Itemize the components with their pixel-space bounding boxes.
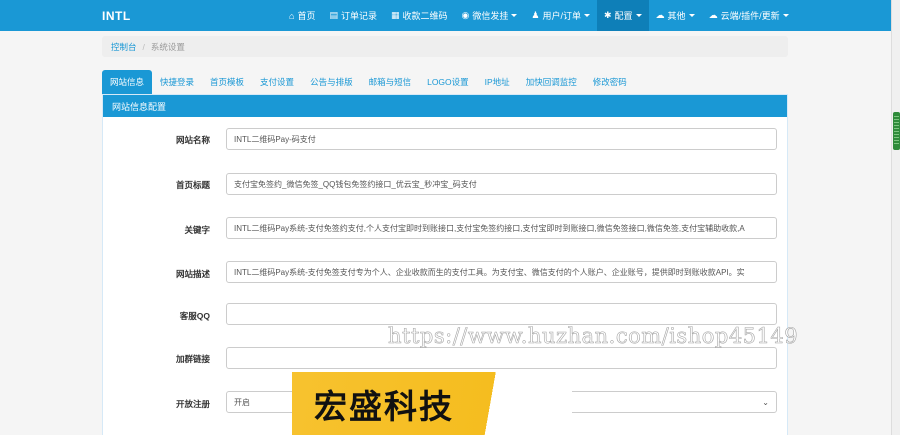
user-icon: ♟	[531, 10, 540, 20]
nav-orders[interactable]: ▤ 订单记录	[322, 0, 384, 31]
nav-users[interactable]: ♟ 用户/订单	[524, 0, 597, 31]
nav-other-label: 其他	[667, 11, 686, 21]
caret-down-icon	[635, 14, 642, 17]
breadcrumb-home-link[interactable]: 控制台	[111, 41, 137, 53]
chevron-down-icon: ⌄	[762, 397, 769, 407]
tab-password[interactable]: 修改密码	[585, 70, 635, 94]
tab-logo[interactable]: LOGO设置	[419, 70, 477, 94]
description-label: 网站描述	[175, 269, 210, 279]
settings-tabs: 网站信息 快捷登录 首页模板 支付设置 公告与排版 邮箱与短信 LOGO设置 I…	[102, 70, 635, 94]
tab-payment[interactable]: 支付设置	[252, 70, 302, 94]
brand-logo[interactable]: INTL	[102, 9, 131, 23]
description-input[interactable]: INTL二维码Pay系统-支付免签支付专为个人、企业收款而生的支付工具。为支付宝…	[226, 261, 777, 283]
caret-down-icon	[688, 14, 695, 17]
qrcode-icon: ▦	[390, 10, 400, 20]
site-name-input[interactable]: INTL二维码Pay-码支付	[226, 128, 777, 150]
tab-home-template[interactable]: 首页模板	[202, 70, 252, 94]
breadcrumb-current: 系统设置	[150, 41, 185, 52]
nav-other[interactable]: ☁ 其他	[649, 0, 702, 31]
top-navbar: INTL ⌂ 首页 ▤ 订单记录 ▦ 收款二维码 ◉ 微信发挂 ♟ 用户/订单 …	[0, 0, 891, 31]
page-scrollbar[interactable]	[891, 0, 900, 435]
nav-orders-label: 订单记录	[340, 11, 377, 21]
wechat-icon: ◉	[461, 10, 470, 20]
caret-down-icon	[511, 14, 518, 17]
nav-home-label: 首页	[297, 11, 316, 21]
site-name-label: 网站名称	[175, 135, 210, 145]
service-qq-label: 客服QQ	[179, 311, 210, 321]
caret-down-icon	[583, 14, 590, 17]
promo-banner: 宏盛科技	[292, 372, 572, 435]
nav-config[interactable]: ✱ 配置	[596, 0, 649, 31]
group-link-input[interactable]	[226, 347, 777, 369]
nav-menu: ⌂ 首页 ▤ 订单记录 ▦ 收款二维码 ◉ 微信发挂 ♟ 用户/订单 ✱ 配置 …	[282, 0, 796, 31]
panel-title: 网站信息配置	[103, 95, 787, 117]
keywords-input[interactable]: INTL二维码Pay系统-支付免签约支付,个人支付宝即时到账接口,支付宝免签约接…	[226, 217, 777, 239]
nav-home[interactable]: ⌂ 首页	[282, 0, 322, 31]
cloud-icon: ☁	[708, 10, 718, 20]
nav-wechat-label: 微信发挂	[472, 11, 509, 21]
breadcrumb: 控制台 / 系统设置	[102, 36, 788, 57]
nav-config-label: 配置	[614, 11, 633, 21]
scrollbar-thumb[interactable]	[893, 112, 900, 150]
tab-quick-login[interactable]: 快捷登录	[152, 70, 202, 94]
keywords-label: 关键字	[184, 225, 210, 235]
home-title-input[interactable]: 支付宝免签约_微信免签_QQ钱包免签约接口_优云宝_秒冲宝_码支付	[226, 173, 777, 195]
caret-down-icon	[782, 14, 789, 17]
nav-cloud[interactable]: ☁ 云端/插件/更新	[702, 0, 796, 31]
nav-users-label: 用户/订单	[542, 11, 581, 21]
open-register-value: 开启	[234, 397, 250, 407]
tab-mail-sms[interactable]: 邮箱与短信	[361, 70, 420, 94]
tab-ip[interactable]: IP地址	[477, 70, 518, 94]
group-link-label: 加群链接	[175, 354, 210, 364]
list-icon: ▤	[329, 10, 338, 20]
banner-text: 宏盛科技	[314, 387, 454, 426]
open-register-label: 开放注册	[175, 399, 210, 409]
tab-callback-monitor[interactable]: 加快回调监控	[518, 70, 585, 94]
service-qq-input[interactable]	[226, 303, 777, 325]
nav-qrcode-label: 收款二维码	[402, 11, 448, 21]
tab-site-info[interactable]: 网站信息	[102, 70, 153, 94]
watermark-url: https://www.huzhan.com/ishop45149	[388, 324, 799, 349]
nav-cloud-label: 云端/插件/更新	[720, 11, 780, 21]
nav-qrcode[interactable]: ▦ 收款二维码	[384, 0, 455, 31]
tab-announcement[interactable]: 公告与排版	[302, 70, 361, 94]
nav-wechat[interactable]: ◉ 微信发挂	[455, 0, 525, 31]
other-icon: ☁	[655, 10, 665, 20]
home-title-label: 首页标题	[175, 180, 210, 190]
gear-icon: ✱	[603, 10, 612, 20]
home-icon: ⌂	[289, 10, 295, 21]
breadcrumb-separator: /	[142, 41, 145, 52]
